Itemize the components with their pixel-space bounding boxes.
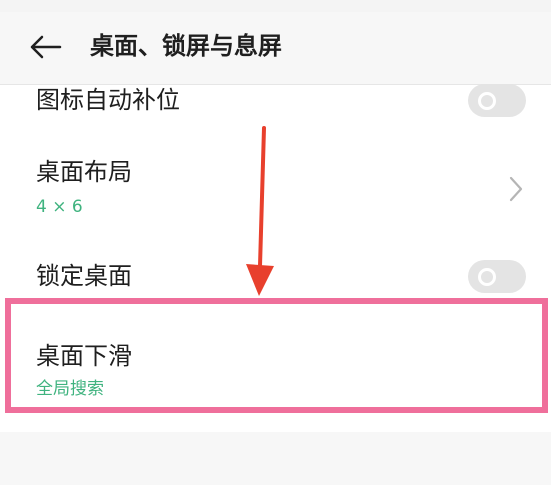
chevron-right-icon[interactable] (506, 174, 526, 204)
page-title: 桌面、锁屏与息屏 (90, 32, 282, 60)
setting-value-desktop-layout: 4 × 6 (36, 197, 83, 217)
back-arrow-icon (30, 35, 62, 59)
toggle-knob (478, 92, 496, 110)
setting-value-desktop-swipe-down: 全局搜索 (36, 379, 104, 399)
red-arrow-annotation (246, 126, 274, 296)
lock-desktop-toggle[interactable] (468, 260, 526, 293)
setting-label-lock-desktop: 锁定桌面 (36, 262, 132, 290)
setting-label-desktop-swipe-down: 桌面下滑 (36, 342, 132, 370)
setting-label-icon-auto-fill: 图标自动补位 (36, 86, 180, 114)
setting-row-desktop-swipe-down[interactable]: 桌面下滑 全局搜索 (0, 340, 551, 400)
header-bar: 桌面、锁屏与息屏 (0, 12, 551, 85)
toggle-knob (478, 268, 496, 286)
setting-label-desktop-layout: 桌面布局 (36, 158, 132, 186)
back-button[interactable] (28, 34, 64, 60)
bottom-empty-area (0, 432, 551, 485)
setting-row-icon-auto-fill[interactable]: 图标自动补位 (0, 84, 551, 124)
icon-auto-fill-toggle[interactable] (468, 84, 526, 117)
status-bar-area (0, 0, 551, 12)
